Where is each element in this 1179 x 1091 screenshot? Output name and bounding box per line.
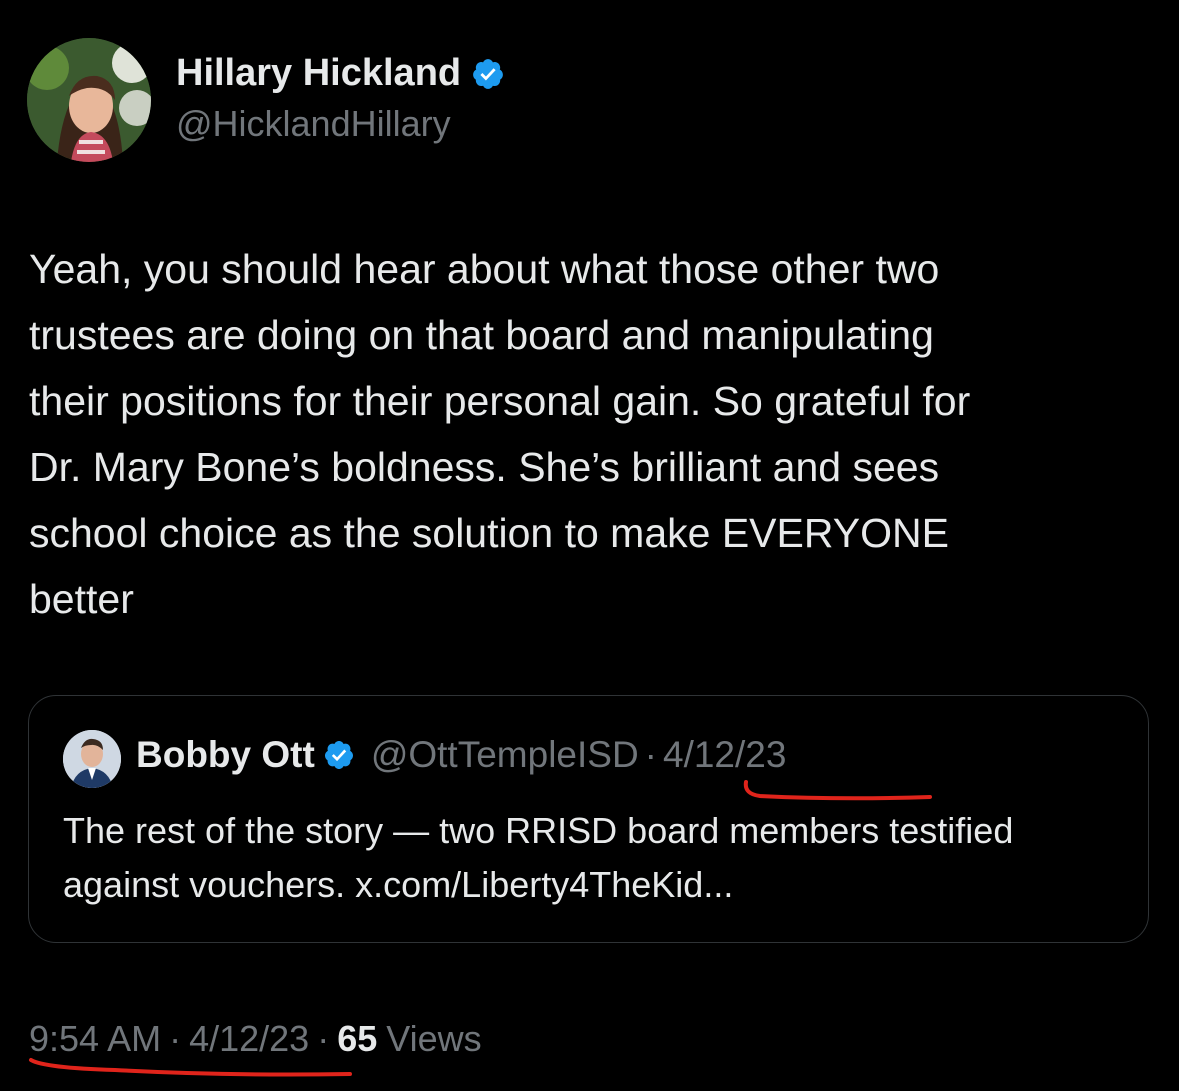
author-handle[interactable]: @HicklandHillary: [176, 103, 451, 145]
author-name[interactable]: Hillary Hickland: [176, 52, 461, 95]
quote-text: The rest of the story — two RRISD board …: [63, 810, 1014, 905]
quote-verified-badge-icon: [324, 741, 353, 769]
quote-author-handle[interactable]: @OttTempleISD: [371, 734, 639, 776]
verified-badge-icon: [473, 58, 503, 89]
quote-date[interactable]: 4/12/23: [663, 734, 786, 776]
meta-separator-2: ·: [317, 1018, 330, 1059]
tweet-meta: 9:54 AM · 4/12/23 · 65 Views: [29, 1018, 482, 1060]
views-label[interactable]: Views: [386, 1018, 481, 1060]
quote-header: Bobby Ott @OttTempleISD · 4/12/23: [136, 734, 786, 776]
quote-author-avatar[interactable]: [63, 730, 121, 788]
author-name-row[interactable]: Hillary Hickland: [176, 52, 505, 95]
views-count[interactable]: 65: [337, 1018, 377, 1060]
tweet-text: Yeah, you should hear about what those o…: [29, 246, 971, 622]
author-avatar[interactable]: [27, 38, 151, 162]
tweet-date[interactable]: 4/12/23: [189, 1018, 309, 1060]
meta-separator-1: ·: [169, 1018, 182, 1059]
tweet-time[interactable]: 9:54 AM: [29, 1018, 161, 1060]
quote-separator: ·: [644, 734, 657, 775]
quoted-tweet-card[interactable]: Bobby Ott @OttTempleISD · 4/12/23 The re…: [28, 695, 1149, 943]
quote-author-avatar-image: [63, 730, 121, 788]
quote-author-name[interactable]: Bobby Ott: [136, 734, 315, 776]
author-avatar-image: [27, 38, 151, 162]
